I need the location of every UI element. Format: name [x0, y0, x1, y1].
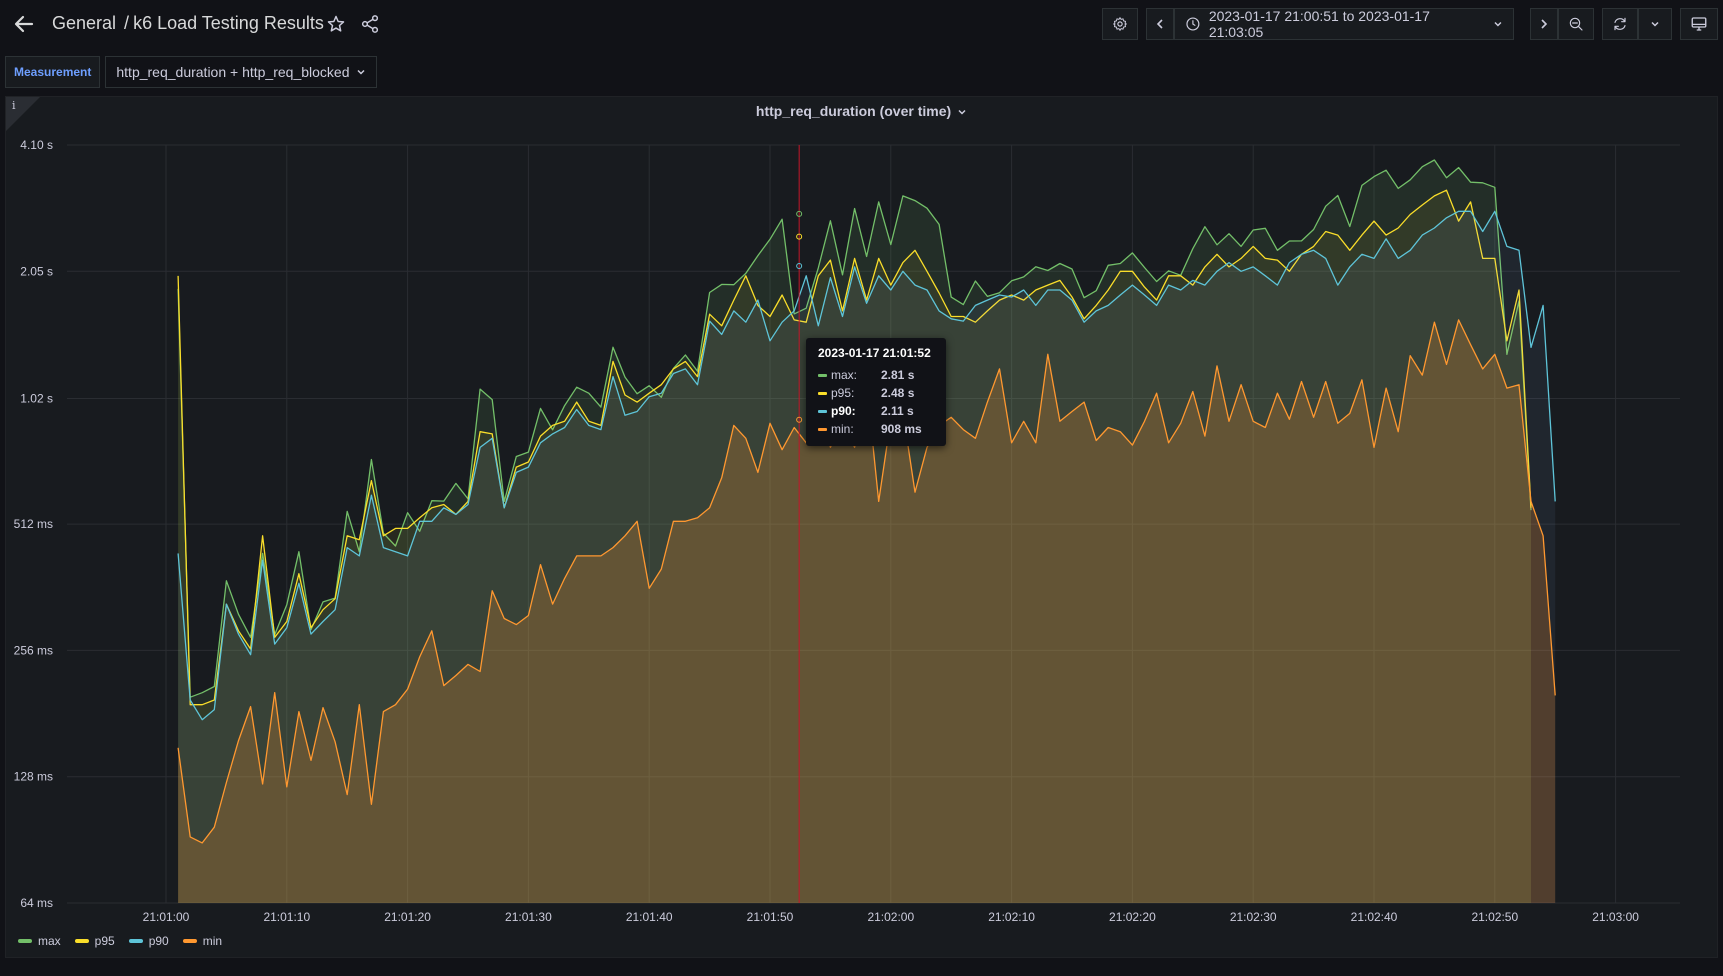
x-tick-label: 21:01:10 [263, 910, 310, 924]
legend-label: max [38, 934, 61, 948]
tooltip-row-value: 908 ms [881, 422, 922, 436]
x-tick-label: 21:01:00 [143, 910, 190, 924]
legend-swatch [182, 939, 197, 943]
y-tick-label: 4.10 s [20, 138, 53, 152]
x-tick-label: 21:02:40 [1351, 910, 1398, 924]
x-tick-label: 21:01:30 [505, 910, 552, 924]
tooltip-time: 2023-01-17 21:01:52 [818, 346, 931, 360]
legend-swatch-p95 [818, 391, 827, 395]
legend-item-p95[interactable]: p95 [74, 934, 115, 948]
legend-item-max[interactable]: max [18, 934, 61, 948]
x-tick-label: 21:02:30 [1230, 910, 1277, 924]
x-tick-label: 21:02:00 [867, 910, 914, 924]
tooltip-row-min: min: 908 ms [818, 421, 922, 437]
y-tick-label: 256 ms [14, 643, 53, 657]
tooltip-row-p90: p90: 2.11 s [818, 403, 914, 419]
y-tick-label: 1.02 s [20, 391, 53, 405]
tooltip-row-name: p90: [831, 404, 856, 418]
y-tick-label: 2.05 s [20, 264, 53, 278]
tooltip-row-name: p95: [831, 386, 855, 400]
x-tick-label: 21:02:10 [988, 910, 1035, 924]
x-tick-label: 21:02:50 [1471, 910, 1518, 924]
hover-tooltip: 2023-01-17 21:01:52 max: 2.81 s p95: 2.4… [806, 338, 946, 446]
y-axis-labels: 64 ms 128 ms 256 ms 512 ms 1.02 s 2.05 s 4.10 … [14, 138, 53, 910]
x-tick-label: 21:03:00 [1592, 910, 1639, 924]
tooltip-row-name: max: [831, 368, 858, 382]
legend-swatch [18, 939, 32, 943]
time-series-chart[interactable]: 64 ms 128 ms 256 ms 512 ms 1.02 s 2.05 s 4.10 … [0, 0, 1723, 976]
legend-item-p90[interactable]: p90 [128, 934, 169, 948]
legend-item-min[interactable]: min [182, 934, 223, 948]
legend-swatch-min [818, 427, 827, 431]
x-tick-label: 21:01:40 [626, 910, 673, 924]
y-tick-label: 64 ms [20, 896, 53, 910]
y-tick-label: 128 ms [14, 770, 53, 784]
legend-swatch [74, 939, 89, 943]
tooltip-row-value: 2.48 s [881, 386, 915, 400]
legend-label: p90 [148, 934, 169, 948]
tooltip-row-p95: p95: 2.48 s [818, 385, 914, 401]
y-tick-label: 512 ms [14, 517, 53, 531]
tooltip-row-name: min: [831, 422, 854, 436]
legend-swatch-max [818, 373, 827, 377]
legend-swatch [128, 939, 143, 943]
legend-swatch-p90 [818, 409, 827, 413]
x-axis-labels: 21:01:00 21:01:10 21:01:20 21:01:30 21:01:40… [143, 910, 1640, 924]
tooltip-row-value: 2.81 s [881, 368, 915, 382]
tooltip-row-value: 2.11 s [881, 404, 914, 418]
tooltip-row-max: max: 2.81 s [818, 367, 914, 383]
legend-label: min [202, 934, 223, 948]
x-tick-label: 21:01:20 [384, 910, 431, 924]
chart-legend: max p95 p90 min [18, 934, 222, 948]
legend-label: p95 [94, 934, 115, 948]
x-tick-label: 21:02:20 [1109, 910, 1156, 924]
x-tick-label: 21:01:50 [747, 910, 794, 924]
